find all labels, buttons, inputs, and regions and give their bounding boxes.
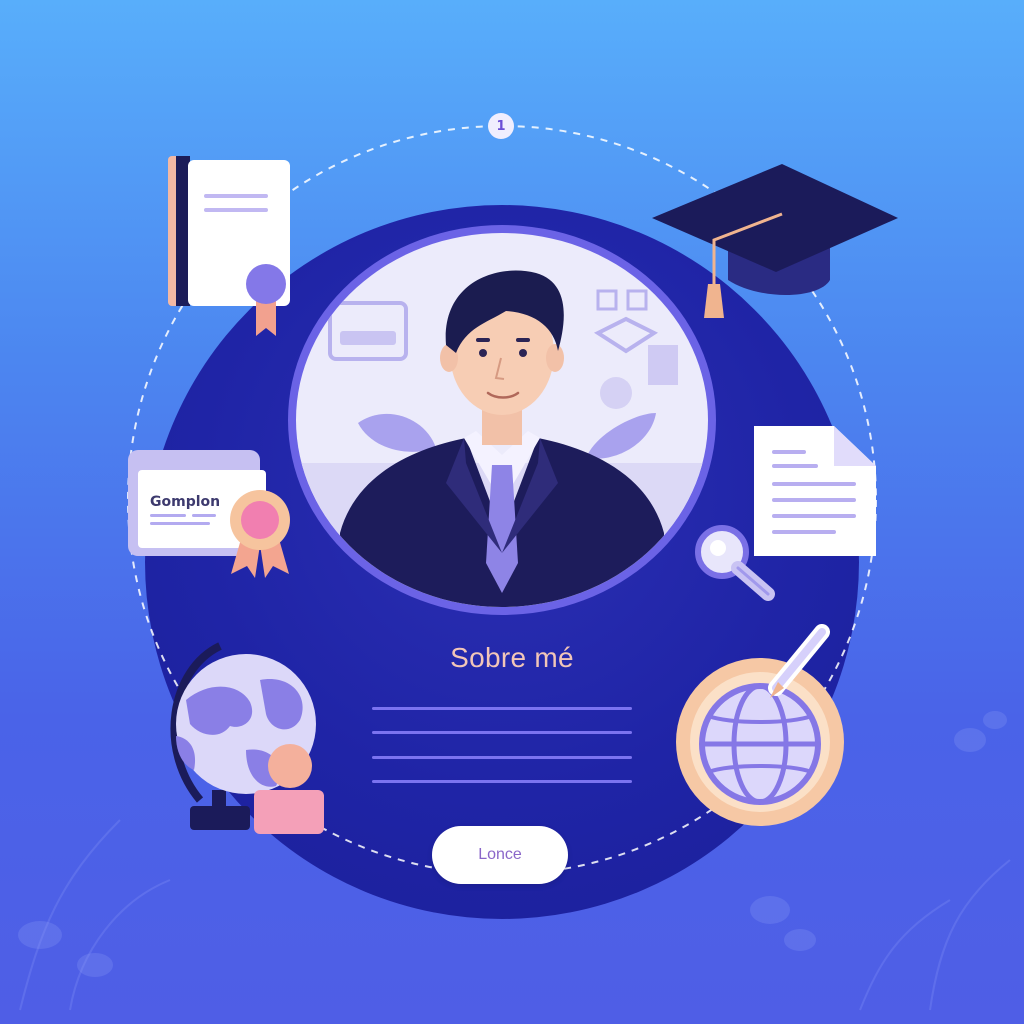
magnifier-icon — [695, 525, 775, 601]
text-line-placeholder — [372, 707, 632, 710]
step-badge: 1 — [488, 113, 514, 139]
graduation-cap-icon — [652, 164, 898, 318]
avatar — [296, 233, 708, 607]
certificate-book-icon — [168, 156, 290, 336]
certificate-card-lines — [150, 514, 216, 525]
man-portrait-icon — [296, 270, 708, 607]
section-title: Sobre mé — [450, 642, 574, 673]
certificate-card-label: Gomplon — [150, 494, 221, 510]
award-ribbon-icon — [230, 490, 290, 578]
globe-with-person-icon — [170, 642, 324, 834]
globe-with-pen-icon — [676, 624, 844, 826]
text-line-placeholder — [372, 756, 632, 759]
text-line-placeholder — [372, 780, 632, 783]
text-line-placeholder — [372, 731, 632, 734]
cta-button[interactable]: Lonce — [432, 826, 568, 884]
